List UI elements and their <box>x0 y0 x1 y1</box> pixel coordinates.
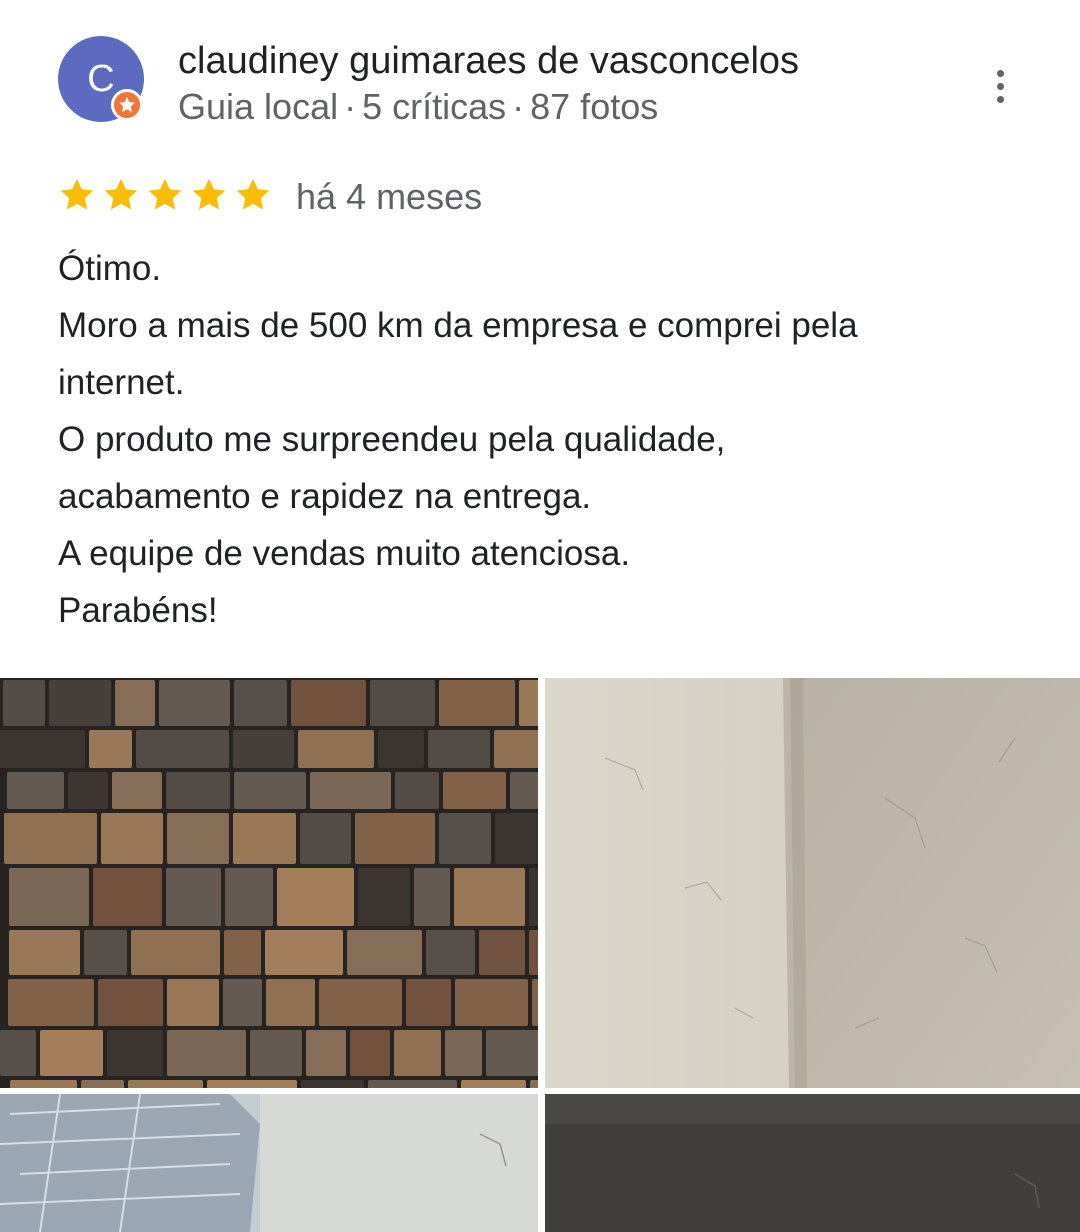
review-text: Ótimo. Moro a mais de 500 km da empresa … <box>58 240 1038 639</box>
review-line: Ótimo. <box>58 249 162 288</box>
review-line: A equipe de vendas muito atenciosa. <box>58 534 631 573</box>
rating-row: há 4 meses <box>58 174 482 220</box>
meta-separator: · <box>344 86 357 127</box>
local-guide-star-icon <box>111 89 143 121</box>
review-header: C claudiney guimaraes de vasconcelos Gui… <box>0 0 1080 150</box>
photos-count: 87 fotos <box>530 86 659 127</box>
author-meta: Guia local · 5 críticas · 87 fotos <box>178 86 658 128</box>
review-line: internet. <box>58 363 185 402</box>
review-line: acabamento e rapidez na entrega. <box>58 477 592 516</box>
star-icon <box>102 176 140 219</box>
meta-separator: · <box>512 86 525 127</box>
review-photo-packaging[interactable] <box>0 1094 538 1232</box>
star-icon <box>190 176 228 219</box>
review-photo-dark-wall[interactable] <box>545 1094 1080 1232</box>
local-guide-label: Guia local <box>178 86 339 127</box>
review-photo-wall-corner[interactable] <box>545 678 1080 1088</box>
review-line: Moro a mais de 500 km da empresa e compr… <box>58 306 858 345</box>
author-name[interactable]: claudiney guimaraes de vasconcelos <box>178 40 799 83</box>
avatar-initial: C <box>87 57 115 100</box>
more-vert-icon[interactable] <box>980 62 1020 110</box>
star-icon <box>58 176 96 219</box>
review-date: há 4 meses <box>296 176 483 217</box>
review-line: O produto me surpreendeu pela qualidade, <box>58 420 726 459</box>
star-rating <box>58 176 272 219</box>
review-photo-stone-cladding[interactable] <box>0 678 538 1088</box>
star-icon <box>234 176 272 219</box>
reviews-count: 5 críticas <box>362 86 507 127</box>
review-line: Parabéns! <box>58 591 218 630</box>
star-icon <box>146 176 184 219</box>
review-photos <box>0 678 1080 1232</box>
